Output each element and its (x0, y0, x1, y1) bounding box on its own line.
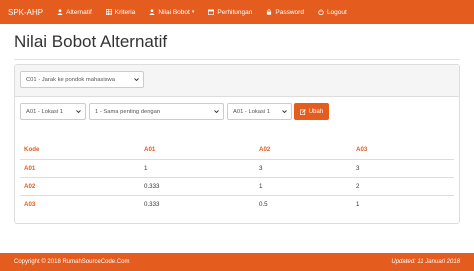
alternatif-1-value: A01 - Lokasi 1 (26, 108, 64, 115)
alternatif-2-select[interactable]: A01 - Lokasi 1 (227, 103, 292, 120)
ubah-label: Ubah (308, 108, 324, 115)
row-code: A03 (20, 194, 140, 213)
nav-label: Logout (326, 8, 347, 16)
table-row: A03 0.333 0.5 1 (20, 194, 454, 213)
user-icon (57, 9, 63, 15)
table-cell: 3 (352, 158, 454, 177)
nav-perhitungan[interactable]: Perhitungan (208, 9, 252, 16)
nav-label: Perhitungan (217, 8, 253, 16)
chevron-down-icon (282, 110, 287, 114)
page-title: Nilai Bobot Alternatif (14, 32, 168, 51)
nav-nilai-bobot-dropdown[interactable]: Nilai Bobot ▾ (149, 9, 194, 16)
table-row: A01 1 3 3 (20, 158, 454, 177)
table-cell: 1 (140, 158, 255, 177)
chevron-down-icon (134, 78, 139, 82)
column-header: A02 (255, 141, 352, 160)
table-cell: 3 (255, 158, 352, 177)
column-header: Kode (20, 141, 140, 160)
alternatif-1-select[interactable]: A01 - Lokasi 1 (20, 103, 86, 120)
updated-text: Updated: 11 Januari 2018 (391, 259, 460, 265)
lock-icon (267, 9, 272, 15)
nav-label: Alternatif (66, 8, 92, 16)
column-header: A01 (140, 141, 255, 160)
kriteria-select-value: C01 - Jarak ke pondok mahasiswa (26, 76, 115, 83)
nav-label: Password (275, 8, 304, 16)
nav-label: Nilai Bobot (158, 8, 190, 16)
chevron-down-icon (76, 110, 81, 114)
user-icon (149, 9, 155, 15)
edit-icon (299, 108, 306, 115)
caret-down-icon: ▾ (191, 9, 195, 15)
alternatif-2-value: A01 - Lokasi 1 (233, 108, 271, 115)
row-code: A02 (20, 176, 140, 195)
table-cell: 1 (352, 194, 454, 213)
table-row: A02 0.333 1 2 (20, 176, 454, 195)
top-navbar: SPK-AHP Alternatif Kriteria Nilai Bobot … (0, 0, 474, 24)
table-cell: 0.333 (140, 194, 255, 213)
title-divider (14, 59, 460, 60)
footer: Copyright © 2018 RumahSourceCode.Com Upd… (0, 253, 474, 271)
table-cell: 1 (255, 176, 352, 195)
bobot-table: Kode A01 A02 A03 A01 1 3 3 A02 0.333 1 2… (20, 141, 454, 213)
table-cell: 0.5 (255, 194, 352, 213)
brand-link[interactable]: SPK-AHP (8, 8, 43, 17)
chevron-down-icon (214, 110, 219, 114)
table-icon (105, 9, 112, 15)
nav-alternatif[interactable]: Alternatif (57, 9, 92, 16)
nav-kriteria[interactable]: Kriteria (105, 8, 136, 16)
table-header-row: Kode A01 A02 A03 (20, 141, 454, 160)
nav-logout[interactable]: Logout (318, 9, 347, 16)
kriteria-select[interactable]: C01 - Jarak ke pondok mahasiswa (20, 71, 144, 88)
nilai-select-value: 1 - Sama penting dengan (95, 108, 161, 115)
copyright-text: Copyright © 2018 RumahSourceCode.Com (14, 259, 130, 265)
power-icon (318, 9, 324, 15)
table-cell: 2 (352, 176, 454, 195)
ubah-button[interactable]: Ubah (294, 103, 329, 120)
nav-label: Kriteria (114, 8, 136, 16)
row-code: A01 (20, 158, 140, 177)
nilai-select[interactable]: 1 - Sama penting dengan (89, 103, 224, 120)
column-header: A03 (352, 141, 454, 160)
table-cell: 0.333 (140, 176, 255, 195)
calendar-icon (208, 9, 215, 15)
nav-password[interactable]: Password (266, 9, 304, 16)
